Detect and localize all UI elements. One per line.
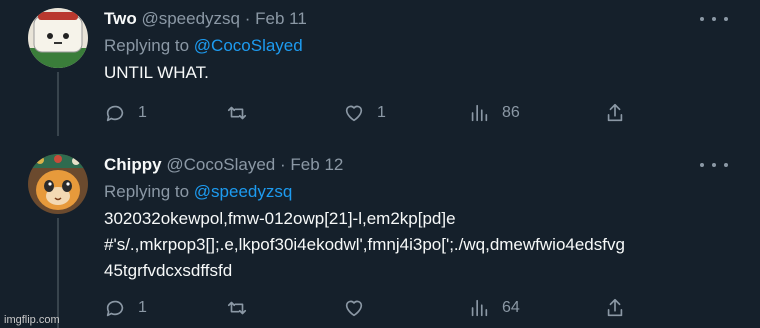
tweet-header: Chippy @CocoSlayed · Feb 12 bbox=[104, 155, 343, 175]
more-icon[interactable] bbox=[700, 13, 728, 25]
tweet-header: Two @speedyzsq · Feb 11 bbox=[104, 9, 307, 29]
share-icon bbox=[607, 103, 623, 122]
replying-to-label: Replying to bbox=[104, 36, 190, 55]
like-icon bbox=[345, 105, 363, 122]
reply-button[interactable]: 1 bbox=[104, 102, 147, 124]
tweet-date[interactable]: Feb 11 bbox=[255, 9, 307, 28]
views-count: 64 bbox=[502, 299, 520, 316]
tweet-text: 302032okewpol,fmw-012owp[21]-l,em2kp[pd]… bbox=[104, 206, 625, 284]
handle[interactable]: @CocoSlayed bbox=[166, 155, 275, 174]
reply-icon bbox=[106, 105, 124, 122]
tweet-text: UNTIL WHAT. bbox=[104, 60, 209, 86]
tweet-text-line: UNTIL WHAT. bbox=[104, 63, 209, 82]
avatar[interactable] bbox=[28, 154, 88, 214]
replying-to: Replying to @speedyzsq bbox=[104, 182, 292, 202]
replying-to-label: Replying to bbox=[104, 182, 190, 201]
retweet-icon bbox=[227, 301, 247, 315]
tweet-two[interactable]: Two @speedyzsq · Feb 11 Replying to @Coc… bbox=[0, 0, 760, 136]
avatar[interactable] bbox=[28, 8, 88, 68]
views-button[interactable]: 86 bbox=[468, 102, 520, 124]
watermark: imgflip.com bbox=[4, 314, 60, 326]
display-name[interactable]: Two bbox=[104, 9, 137, 28]
views-button[interactable]: 64 bbox=[468, 297, 520, 319]
separator-dot: · bbox=[244, 9, 251, 28]
like-button[interactable]: 1 bbox=[343, 102, 386, 124]
replying-to: Replying to @CocoSlayed bbox=[104, 36, 303, 56]
tweet-text-line: 302032okewpol,fmw-012owp[21]-l,em2kp[pd]… bbox=[104, 209, 456, 228]
tweet-text-line: 45tgrfvdcxsdffsfd bbox=[104, 261, 233, 280]
replying-to-mention[interactable]: @CocoSlayed bbox=[194, 36, 303, 55]
handle[interactable]: @speedyzsq bbox=[141, 9, 240, 28]
retweet-icon bbox=[227, 106, 247, 120]
share-button[interactable] bbox=[604, 297, 626, 319]
tweet-chippy[interactable]: Chippy @CocoSlayed · Feb 12 Replying to … bbox=[0, 146, 760, 328]
thread-line bbox=[57, 72, 59, 136]
views-icon bbox=[471, 104, 488, 122]
reply-icon bbox=[106, 300, 124, 317]
tweet-date[interactable]: Feb 12 bbox=[290, 155, 343, 174]
reply-count: 1 bbox=[138, 299, 147, 316]
replying-to-mention[interactable]: @speedyzsq bbox=[194, 182, 293, 201]
share-button[interactable] bbox=[604, 102, 626, 124]
reply-button[interactable]: 1 bbox=[104, 297, 147, 319]
separator-dot: · bbox=[280, 155, 286, 174]
retweet-button[interactable] bbox=[226, 297, 260, 319]
share-icon bbox=[607, 298, 623, 317]
avatar-image bbox=[28, 154, 88, 214]
like-button[interactable] bbox=[343, 297, 377, 319]
retweet-button[interactable] bbox=[226, 102, 260, 124]
views-count: 86 bbox=[502, 104, 520, 121]
reply-count: 1 bbox=[138, 104, 147, 121]
tweet-text-line: #'s/.,mkrpop3[];.e,lkpof30i4ekodwl',fmnj… bbox=[104, 235, 625, 254]
avatar-image bbox=[28, 8, 88, 68]
thread-line bbox=[57, 218, 59, 328]
display-name[interactable]: Chippy bbox=[104, 155, 162, 174]
like-count: 1 bbox=[377, 104, 386, 121]
more-icon[interactable] bbox=[700, 159, 728, 171]
views-icon bbox=[471, 299, 488, 317]
like-icon bbox=[345, 300, 363, 317]
